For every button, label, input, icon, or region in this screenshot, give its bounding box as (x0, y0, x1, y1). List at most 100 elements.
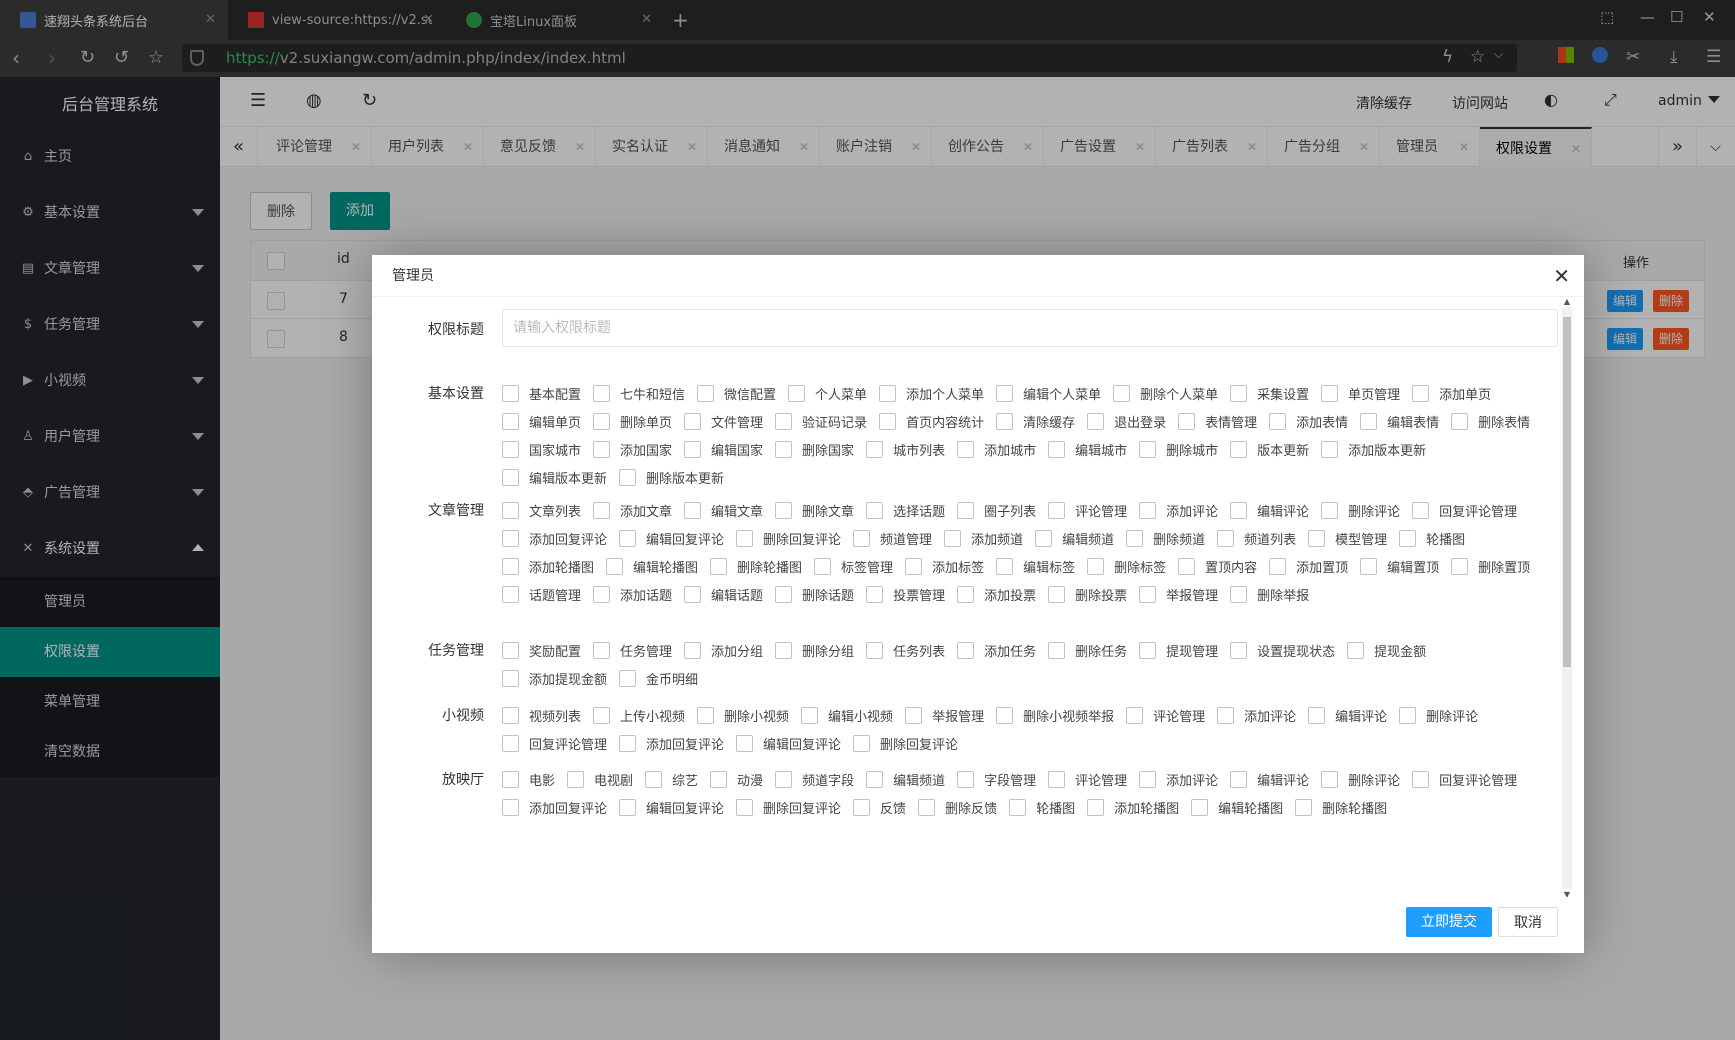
permission-checkbox[interactable]: 删除标签 (1087, 552, 1166, 580)
checkbox-box[interactable] (775, 585, 793, 603)
permission-checkbox[interactable]: 删除置顶 (1451, 552, 1530, 580)
checkbox-box[interactable] (1321, 501, 1339, 519)
checkbox-box[interactable] (736, 798, 754, 816)
checkbox-box[interactable] (879, 384, 897, 402)
permission-checkbox[interactable]: 个人菜单 (788, 379, 867, 407)
permission-checkbox[interactable]: 回复评论管理 (1412, 765, 1517, 793)
title-input[interactable] (503, 310, 1557, 346)
permission-checkbox[interactable]: 奖励配置 (502, 636, 581, 664)
permission-checkbox[interactable]: 编辑城市 (1048, 435, 1127, 463)
checkbox-box[interactable] (1087, 557, 1105, 575)
checkbox-box[interactable] (1412, 384, 1430, 402)
permission-checkbox[interactable]: 验证码记录 (775, 407, 867, 435)
permission-checkbox[interactable]: 置顶内容 (1178, 552, 1257, 580)
permission-checkbox[interactable]: 投票管理 (866, 580, 945, 608)
permission-checkbox[interactable]: 删除轮播图 (1295, 793, 1387, 821)
checkbox-box[interactable] (866, 440, 884, 458)
permission-checkbox[interactable]: 金币明细 (619, 664, 698, 692)
permission-checkbox[interactable]: 删除城市 (1139, 435, 1218, 463)
checkbox-box[interactable] (684, 641, 702, 659)
permission-checkbox[interactable]: 删除分组 (775, 636, 854, 664)
permission-checkbox[interactable]: 编辑标签 (996, 552, 1075, 580)
permission-checkbox[interactable]: 字段管理 (957, 765, 1036, 793)
checkbox-box[interactable] (1230, 641, 1248, 659)
permission-checkbox[interactable]: 添加回复评论 (502, 524, 607, 552)
permission-checkbox[interactable]: 版本更新 (1230, 435, 1309, 463)
permission-checkbox[interactable]: 删除投票 (1048, 580, 1127, 608)
checkbox-box[interactable] (1139, 440, 1157, 458)
checkbox-box[interactable] (1139, 641, 1157, 659)
permission-checkbox[interactable]: 综艺 (645, 765, 698, 793)
checkbox-box[interactable] (502, 641, 519, 659)
cancel-button[interactable]: 取消 (1498, 907, 1558, 937)
checkbox-box[interactable] (1321, 440, 1339, 458)
checkbox-box[interactable] (866, 641, 884, 659)
checkbox-box[interactable] (1451, 412, 1469, 430)
permission-checkbox[interactable]: 选择话题 (866, 496, 945, 524)
permission-checkbox[interactable]: 删除回复评论 (736, 793, 841, 821)
checkbox-box[interactable] (1412, 501, 1430, 519)
checkbox-box[interactable] (1048, 501, 1066, 519)
checkbox-box[interactable] (1269, 557, 1287, 575)
checkbox-box[interactable] (996, 706, 1014, 724)
permission-checkbox[interactable]: 评论管理 (1048, 496, 1127, 524)
checkbox-box[interactable] (1321, 384, 1339, 402)
scroll-down-icon[interactable]: ▼ (1562, 890, 1572, 897)
permission-checkbox[interactable]: 回复评论管理 (1412, 496, 1517, 524)
permission-checkbox[interactable]: 频道字段 (775, 765, 854, 793)
permission-checkbox[interactable]: 基本配置 (502, 379, 581, 407)
scroll-up-icon[interactable]: ▲ (1562, 297, 1572, 306)
checkbox-box[interactable] (775, 641, 793, 659)
permission-checkbox[interactable]: 微信配置 (697, 379, 776, 407)
permission-checkbox[interactable]: 编辑频道 (1035, 524, 1114, 552)
permission-checkbox[interactable]: 编辑评论 (1230, 765, 1309, 793)
checkbox-box[interactable] (1139, 770, 1157, 788)
checkbox-box[interactable] (814, 557, 832, 575)
close-icon[interactable]: ✕ (1553, 264, 1570, 288)
checkbox-box[interactable] (996, 412, 1014, 430)
checkbox-box[interactable] (593, 440, 611, 458)
checkbox-box[interactable] (502, 798, 519, 816)
checkbox-box[interactable] (736, 734, 754, 752)
permission-checkbox[interactable]: 回复评论管理 (502, 729, 607, 757)
checkbox-box[interactable] (1230, 384, 1248, 402)
permission-checkbox[interactable]: 添加城市 (957, 435, 1036, 463)
checkbox-box[interactable] (684, 585, 702, 603)
permission-checkbox[interactable]: 添加回复评论 (619, 729, 724, 757)
checkbox-box[interactable] (788, 384, 806, 402)
permission-checkbox[interactable]: 添加任务 (957, 636, 1036, 664)
permission-checkbox[interactable]: 删除小视频 (697, 701, 789, 729)
checkbox-box[interactable] (593, 501, 611, 519)
permission-checkbox[interactable]: 轮播图 (1009, 793, 1075, 821)
checkbox-box[interactable] (1217, 706, 1235, 724)
checkbox-box[interactable] (502, 529, 519, 547)
permission-checkbox[interactable]: 编辑回复评论 (736, 729, 841, 757)
permission-checkbox[interactable]: 举报管理 (905, 701, 984, 729)
checkbox-box[interactable] (1308, 529, 1326, 547)
checkbox-box[interactable] (957, 770, 975, 788)
permission-checkbox[interactable]: 编辑文章 (684, 496, 763, 524)
checkbox-box[interactable] (1139, 501, 1157, 519)
checkbox-box[interactable] (593, 706, 611, 724)
checkbox-box[interactable] (853, 529, 871, 547)
modal-scrollbar[interactable]: ▲ ▼ (1562, 297, 1572, 897)
permission-checkbox[interactable]: 城市列表 (866, 435, 945, 463)
checkbox-box[interactable] (593, 641, 611, 659)
permission-checkbox[interactable]: 模型管理 (1308, 524, 1387, 552)
checkbox-box[interactable] (1217, 529, 1235, 547)
checkbox-box[interactable] (1126, 529, 1144, 547)
checkbox-box[interactable] (1347, 641, 1365, 659)
checkbox-box[interactable] (1230, 585, 1248, 603)
permission-checkbox[interactable]: 删除反馈 (918, 793, 997, 821)
permission-checkbox[interactable]: 添加频道 (944, 524, 1023, 552)
checkbox-box[interactable] (593, 585, 611, 603)
permission-checkbox[interactable]: 添加回复评论 (502, 793, 607, 821)
checkbox-box[interactable] (1399, 706, 1417, 724)
checkbox-box[interactable] (775, 501, 793, 519)
checkbox-box[interactable] (957, 585, 975, 603)
permission-checkbox[interactable]: 添加投票 (957, 580, 1036, 608)
checkbox-box[interactable] (1126, 706, 1144, 724)
checkbox-box[interactable] (502, 669, 519, 687)
permission-checkbox[interactable]: 设置提现状态 (1230, 636, 1335, 664)
permission-checkbox[interactable]: 举报管理 (1139, 580, 1218, 608)
